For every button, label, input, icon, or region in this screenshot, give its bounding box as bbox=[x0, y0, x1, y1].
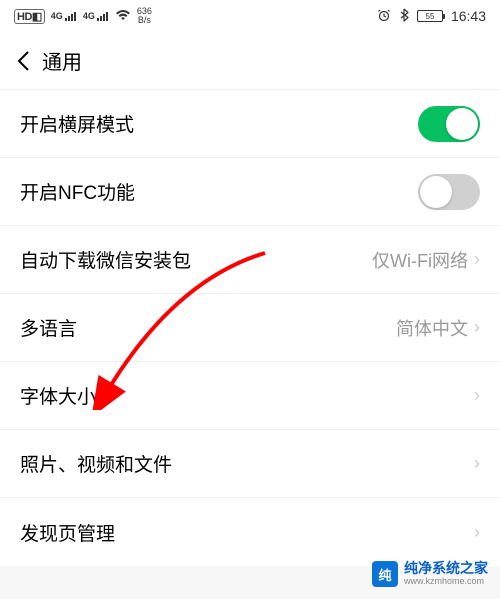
watermark-name: 纯净系统之家 bbox=[404, 561, 488, 576]
back-button[interactable] bbox=[8, 42, 38, 80]
setting-right: 简体中文 › bbox=[396, 315, 480, 341]
chevron-right-icon: › bbox=[474, 522, 480, 543]
hd-badge: HD◧ bbox=[14, 9, 45, 24]
row-discover-management[interactable]: 发现页管理 › bbox=[0, 498, 500, 566]
row-nfc[interactable]: 开启NFC功能 bbox=[0, 158, 500, 226]
setting-label: 开启横屏模式 bbox=[20, 110, 134, 137]
chevron-right-icon: › bbox=[474, 453, 480, 474]
setting-label: 多语言 bbox=[20, 314, 77, 341]
setting-value: 仅Wi-Fi网络 bbox=[372, 247, 468, 273]
setting-label: 发现页管理 bbox=[20, 519, 115, 546]
status-left: HD◧ 4G 4G 636 B/s bbox=[14, 7, 152, 25]
setting-label: 照片、视频和文件 bbox=[20, 450, 172, 477]
setting-right: › bbox=[474, 522, 480, 543]
toggle-knob bbox=[446, 108, 478, 140]
signal-sim2: 4G bbox=[83, 11, 109, 21]
signal-sim1: 4G bbox=[51, 11, 77, 21]
setting-value: 简体中文 bbox=[396, 315, 468, 341]
toggle-knob bbox=[420, 176, 452, 208]
chevron-right-icon: › bbox=[474, 249, 480, 270]
setting-right: › bbox=[474, 453, 480, 474]
status-bar: HD◧ 4G 4G 636 B/s 55 16:43 bbox=[0, 0, 500, 32]
row-font-size[interactable]: 字体大小 › bbox=[0, 362, 500, 430]
setting-label: 自动下载微信安装包 bbox=[20, 246, 191, 273]
row-media-files[interactable]: 照片、视频和文件 › bbox=[0, 430, 500, 498]
watermark-url: www.kzmhome.com bbox=[404, 577, 488, 587]
row-auto-download[interactable]: 自动下载微信安装包 仅Wi-Fi网络 › bbox=[0, 226, 500, 294]
page-title: 通用 bbox=[42, 46, 82, 75]
network-speed: 636 B/s bbox=[137, 7, 152, 25]
setting-label: 开启NFC功能 bbox=[20, 178, 135, 205]
settings-list: 开启横屏模式 开启NFC功能 自动下载微信安装包 仅Wi-Fi网络 › 多语言 … bbox=[0, 90, 500, 566]
chevron-right-icon: › bbox=[474, 317, 480, 338]
chevron-left-icon bbox=[16, 50, 30, 72]
setting-right: 仅Wi-Fi网络 › bbox=[372, 247, 480, 273]
watermark: 纯 纯净系统之家 www.kzmhome.com bbox=[372, 561, 488, 587]
clock-time: 16:43 bbox=[451, 8, 486, 24]
nav-bar: 通用 bbox=[0, 32, 500, 90]
status-right: 55 16:43 bbox=[377, 8, 486, 25]
alarm-icon bbox=[377, 8, 391, 25]
bluetooth-icon bbox=[399, 8, 409, 25]
chevron-right-icon: › bbox=[474, 385, 480, 406]
row-landscape-mode[interactable]: 开启横屏模式 bbox=[0, 90, 500, 158]
row-multi-language[interactable]: 多语言 简体中文 › bbox=[0, 294, 500, 362]
setting-right: › bbox=[474, 385, 480, 406]
toggle-nfc[interactable] bbox=[418, 174, 480, 210]
wifi-icon bbox=[115, 8, 131, 24]
battery-indicator: 55 bbox=[417, 10, 443, 22]
toggle-landscape[interactable] bbox=[418, 106, 480, 142]
watermark-logo-icon: 纯 bbox=[372, 561, 398, 587]
setting-label: 字体大小 bbox=[20, 382, 96, 409]
